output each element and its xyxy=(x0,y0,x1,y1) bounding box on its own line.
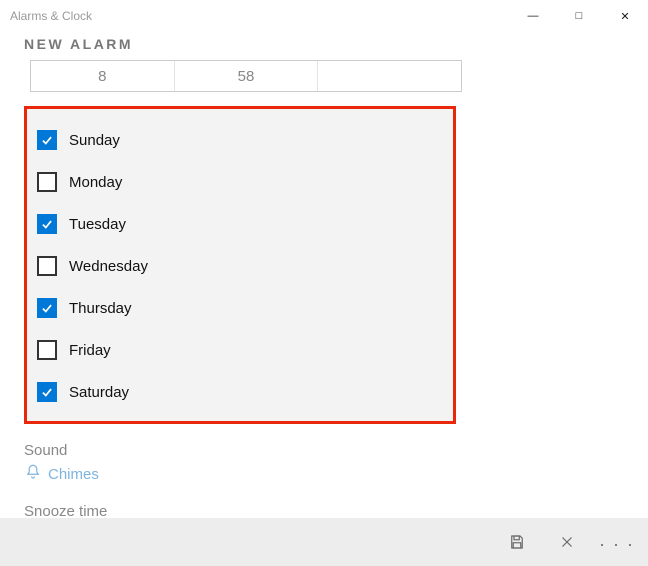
repeat-days-group: Sunday Monday Tuesday Wednesday Thursday… xyxy=(24,106,456,424)
caption-buttons: — □ ✕ xyxy=(510,0,648,32)
sound-value: Chimes xyxy=(48,466,99,483)
checkbox-monday[interactable] xyxy=(37,172,57,192)
day-row-tuesday[interactable]: Tuesday xyxy=(35,203,445,245)
minimize-button[interactable]: — xyxy=(510,0,556,32)
time-hour[interactable]: 8 xyxy=(31,61,175,91)
checkbox-friday[interactable] xyxy=(37,340,57,360)
day-row-thursday[interactable]: Thursday xyxy=(35,287,445,329)
day-row-friday[interactable]: Friday xyxy=(35,329,445,371)
checkbox-saturday[interactable] xyxy=(37,382,57,402)
page-title: NEW ALARM xyxy=(0,32,648,60)
cancel-button[interactable] xyxy=(542,518,592,566)
title-bar: Alarms & Clock — □ ✕ xyxy=(0,0,648,32)
checkbox-sunday[interactable] xyxy=(37,130,57,150)
checkbox-thursday[interactable] xyxy=(37,298,57,318)
content: 8 58 Sunday Monday Tuesday Wednesday Thu… xyxy=(0,60,648,541)
day-row-sunday[interactable]: Sunday xyxy=(35,119,445,161)
checkbox-tuesday[interactable] xyxy=(37,214,57,234)
time-ampm[interactable] xyxy=(318,61,461,91)
bell-icon xyxy=(24,463,42,485)
day-label: Monday xyxy=(69,174,122,191)
maximize-button[interactable]: □ xyxy=(556,0,602,32)
day-row-saturday[interactable]: Saturday xyxy=(35,371,445,413)
time-picker[interactable]: 8 58 xyxy=(30,60,462,92)
day-label: Sunday xyxy=(69,132,120,149)
day-label: Saturday xyxy=(69,384,129,401)
checkbox-wednesday[interactable] xyxy=(37,256,57,276)
more-button[interactable]: . . . xyxy=(592,518,642,566)
time-minute[interactable]: 58 xyxy=(175,61,319,91)
command-bar: . . . xyxy=(0,518,648,566)
sound-selector[interactable]: Chimes xyxy=(24,463,624,485)
day-label: Wednesday xyxy=(69,258,148,275)
close-button[interactable]: ✕ xyxy=(602,0,648,32)
day-row-monday[interactable]: Monday xyxy=(35,161,445,203)
save-button[interactable] xyxy=(492,518,542,566)
window-title: Alarms & Clock xyxy=(10,9,92,23)
save-icon xyxy=(508,533,526,551)
close-icon xyxy=(558,533,576,551)
day-row-wednesday[interactable]: Wednesday xyxy=(35,245,445,287)
day-label: Friday xyxy=(69,342,111,359)
day-label: Thursday xyxy=(69,300,132,317)
day-label: Tuesday xyxy=(69,216,126,233)
sound-section-label: Sound xyxy=(24,442,624,459)
ellipsis-icon: . . . xyxy=(599,530,634,555)
